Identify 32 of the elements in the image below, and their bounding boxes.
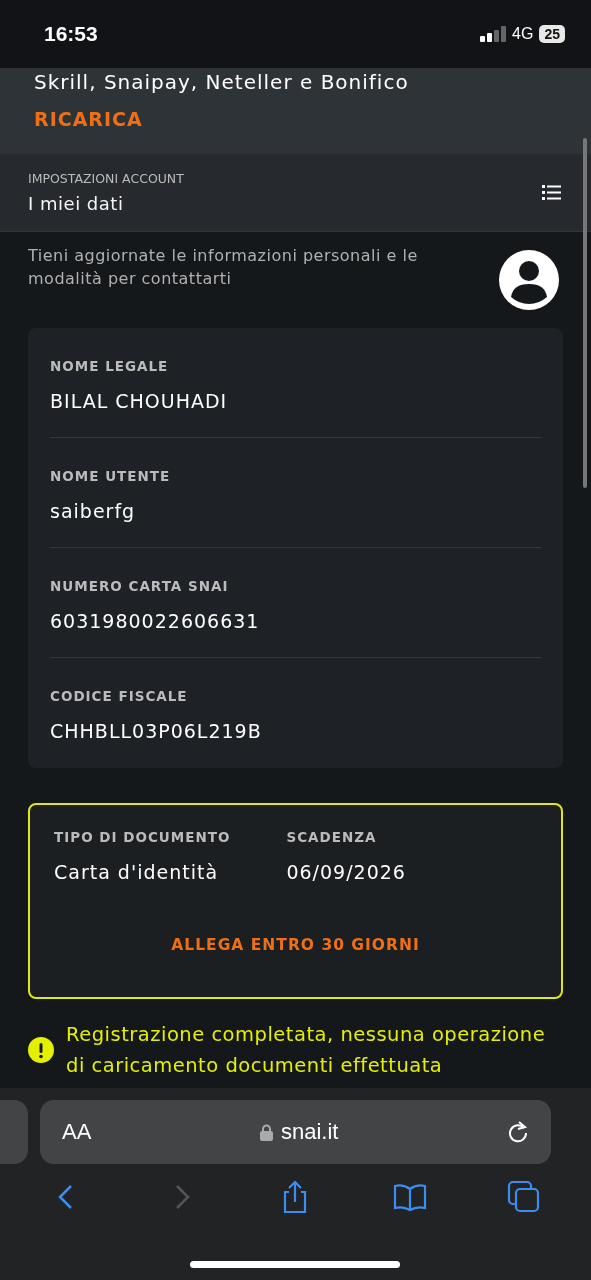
battery-level: 25 <box>539 25 565 43</box>
clock: 16:53 <box>44 22 99 46</box>
warning-text: Registrazione completata, nessuna operazione di caricamento documenti effettuata <box>66 1022 547 1079</box>
field-label: SCADENZA <box>286 829 378 845</box>
user-avatar-icon <box>499 250 559 310</box>
section-label: IMPOSTAZIONI ACCOUNT <box>28 171 185 186</box>
signal-icon <box>480 26 507 42</box>
field-label: NUMERO CARTA SNAI <box>50 577 230 594</box>
field-value: 6031980022606631 <box>50 609 261 632</box>
page-title: I miei dati <box>28 193 125 214</box>
attach-document-link[interactable]: ALLEGA ENTRO 30 GIORNI <box>165 935 426 955</box>
recharge-link[interactable]: RICARICA <box>34 108 143 130</box>
field-label: NOME UTENTE <box>50 467 172 484</box>
field-value: 06/09/2026 <box>286 861 406 883</box>
network-label: 4G <box>512 25 534 43</box>
url-text: snai.it <box>280 1119 339 1145</box>
warning-icon <box>28 1037 54 1063</box>
field-label: NOME LEGALE <box>50 357 170 374</box>
text-size-button[interactable]: AA <box>62 1119 92 1145</box>
field-value: saiberfg <box>50 499 137 522</box>
menu-icon[interactable] <box>542 185 561 200</box>
field-value: Carta d'identità <box>54 861 220 883</box>
tabs-icon[interactable] <box>506 1180 541 1214</box>
address-bar[interactable]: AA snai.it <box>40 1100 551 1164</box>
field-value: CHHBLL03P06L219B <box>50 720 263 742</box>
lock-icon <box>259 1123 273 1141</box>
description-text: Tieni aggiornate le informazioni personali e le modalità per contattarti <box>28 245 419 290</box>
field-label: TIPO DI DOCUMENTO <box>54 829 231 845</box>
field-label: CODICE FISCALE <box>50 688 189 704</box>
reload-icon[interactable] <box>507 1120 529 1144</box>
field-value: BILAL CHOUHADI <box>50 389 229 412</box>
payment-methods-text: Skrill, Snaipay, Neteller e Bonifico <box>34 70 409 94</box>
